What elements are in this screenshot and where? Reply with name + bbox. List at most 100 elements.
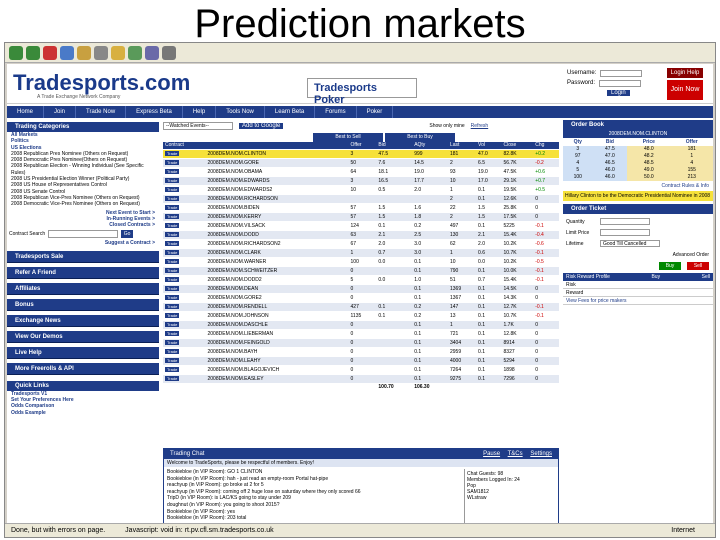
buy-button[interactable]: Buy: [659, 261, 681, 270]
nav-trade-now[interactable]: Trade Now: [76, 106, 127, 118]
limit-price-input[interactable]: [600, 229, 650, 236]
ob-row[interactable]: 97 47.0 48.2 1: [563, 153, 713, 160]
ob-cell[interactable]: 46.0: [592, 167, 628, 174]
ob-cell[interactable]: 46.5: [592, 160, 628, 167]
table-row[interactable]: Trade 2008DEM.NOM.DEAN 0 0.1 1369 0.1 14.5K 0: [163, 284, 559, 294]
ob-cell[interactable]: 100: [563, 174, 593, 181]
table-cell[interactable]: Trade: [163, 248, 206, 258]
view-fees-link[interactable]: View Fees for price makers: [563, 297, 713, 305]
category-link[interactable]: 2008 Republican Election - Winning Indiv…: [7, 163, 159, 176]
promo-box[interactable]: Live Help: [7, 346, 159, 359]
quantity-input[interactable]: [600, 218, 650, 225]
table-row[interactable]: Trade 2008DEM.NOM.SCHWEITZER 0 0.1 790 0.1 10.…: [163, 266, 559, 276]
trade-button[interactable]: Trade: [165, 277, 180, 282]
table-cell[interactable]: Trade: [163, 167, 206, 177]
table-row[interactable]: Trade 2008DEM.NOM.EDWARDS 3 16.5 17.7 10 17.0 2…: [163, 176, 559, 186]
username-input[interactable]: [600, 69, 643, 77]
chat-pause-link[interactable]: Pause: [483, 451, 500, 457]
trade-button[interactable]: Trade: [165, 376, 180, 381]
table-cell[interactable]: Trade: [163, 266, 206, 276]
table-cell[interactable]: Trade: [163, 374, 206, 384]
favorites-icon[interactable]: [111, 45, 125, 60]
forward-icon[interactable]: [26, 45, 40, 60]
table-cell[interactable]: Trade: [163, 365, 206, 375]
table-cell[interactable]: Trade: [163, 239, 206, 249]
trade-button[interactable]: Trade: [165, 187, 180, 192]
table-row[interactable]: Trade 2008DEM.NOM.EASLEY 0 0.1 9275 0.1 7296 0: [163, 374, 559, 384]
table-row[interactable]: Trade 2008DEM.NOM.EDWARDS2 10 0.5 2.0 1 0.1 19.…: [163, 185, 559, 195]
lifetime-select[interactable]: Good Till Cancelled: [600, 240, 660, 247]
table-cell[interactable]: Trade: [163, 329, 206, 339]
tab-best-to-sell[interactable]: Best to Sell: [313, 133, 383, 142]
ob-cell[interactable]: 47.5: [592, 146, 628, 153]
contract-search-input[interactable]: [48, 230, 119, 239]
ob-row[interactable]: 3 47.5 48.0 181: [563, 146, 713, 153]
trade-button[interactable]: Trade: [165, 340, 180, 345]
promo-box[interactable]: Affiliates: [7, 282, 159, 295]
promo-box[interactable]: Tradesports Sale: [7, 250, 159, 263]
chat-terms-link[interactable]: T&Cs: [508, 451, 523, 457]
table-row[interactable]: Trade 2008DEM.NOM.BAYH 0 0.1 2959 0.1 8327 0: [163, 347, 559, 357]
table-cell[interactable]: Trade: [163, 185, 206, 195]
nav-learn[interactable]: Learn Beta: [265, 106, 316, 118]
ob-cell[interactable]: 4: [563, 160, 593, 167]
ob-cell[interactable]: 97: [563, 153, 593, 160]
quick-link[interactable]: Odds Example: [7, 410, 159, 416]
table-cell[interactable]: Trade: [163, 311, 206, 321]
table-row[interactable]: Trade 2008DEM.NOM.DODD2 5 0.0 1.0 51 0.7 15.4K -…: [163, 275, 559, 285]
ob-cell[interactable]: 4: [670, 160, 713, 167]
sell-button[interactable]: Sell: [687, 261, 709, 270]
table-cell[interactable]: Trade: [163, 338, 206, 348]
table-row[interactable]: Trade 2008DEM.NOM.BIDEN 57 1.5 1.6 22 1.5 25.8K…: [163, 203, 559, 213]
table-row[interactable]: Trade 2008DEM.NOM.FEINGOLD 0 0.1 3404 0.1 8914…: [163, 338, 559, 348]
promo-box[interactable]: View Our Demos: [7, 330, 159, 343]
search-icon[interactable]: [94, 45, 108, 60]
nav-join[interactable]: Join: [44, 106, 77, 118]
table-cell[interactable]: Trade: [163, 275, 206, 285]
nav-tools[interactable]: Tools Now: [216, 106, 265, 118]
history-icon[interactable]: [128, 45, 142, 60]
trade-button[interactable]: Trade: [165, 205, 180, 210]
trade-button[interactable]: Trade: [165, 295, 180, 300]
show-only-toggle[interactable]: Show only mine: [429, 123, 464, 129]
nav-forums[interactable]: Forums: [315, 106, 357, 118]
trade-button[interactable]: Trade: [165, 259, 180, 264]
watched-events-select[interactable]: --Watched Events--: [163, 122, 233, 130]
ob-cell[interactable]: 50.0: [627, 174, 671, 181]
join-now-button[interactable]: Join Now: [667, 80, 703, 100]
print-icon[interactable]: [162, 45, 176, 60]
table-row[interactable]: Trade 2008DEM.NOM.VILSACK 124 0.1 0.2 497 0.1 5…: [163, 221, 559, 231]
ob-cell[interactable]: 48.5: [627, 160, 671, 167]
trade-button[interactable]: Trade: [165, 241, 180, 246]
promo-box[interactable]: Bonus: [7, 298, 159, 311]
table-row[interactable]: Trade 2008DEM.NOM.DODD 63 2.1 2.5 130 2.1 15.4K…: [163, 230, 559, 240]
table-cell[interactable]: Trade: [163, 158, 206, 168]
home-icon[interactable]: [77, 45, 91, 60]
table-row[interactable]: Trade 2008DEM.NOM.LIEBERMAN 0 0.1 721 0.1 12.8…: [163, 329, 559, 339]
table-cell[interactable]: Trade: [163, 293, 206, 303]
ob-cell[interactable]: 47.0: [592, 153, 628, 160]
table-cell[interactable]: Trade: [163, 356, 206, 366]
table-cell[interactable]: Trade: [163, 203, 206, 213]
trade-button[interactable]: Trade: [165, 367, 180, 372]
ob-cell[interactable]: 5: [563, 167, 593, 174]
table-row[interactable]: Trade 2008DEM.NOM.KERRY 57 1.5 1.8 2 1.5 17.5K 0: [163, 212, 559, 222]
ob-cell[interactable]: 48.0: [627, 146, 671, 153]
promo-box[interactable]: Refer A Friend: [7, 266, 159, 279]
refresh-icon[interactable]: [60, 45, 74, 60]
table-row[interactable]: Trade 2008DEM.NOM.DASCHLE 0 0.1 1 0.1 1.7K 0: [163, 320, 559, 330]
promo-box[interactable]: More Freerolls & API: [7, 362, 159, 375]
trade-button[interactable]: Trade: [165, 223, 180, 228]
advanced-order-checkbox[interactable]: Advanced Order: [673, 252, 709, 258]
table-cell[interactable]: Trade: [163, 284, 206, 294]
trade-button[interactable]: Trade: [165, 196, 180, 201]
ob-cell[interactable]: 155: [670, 167, 713, 174]
refresh-link[interactable]: Refresh: [471, 123, 489, 129]
table-row[interactable]: Trade 2008DEM.NOM.GORE2 0 0.1 1367 0.1 14.3K 0: [163, 293, 559, 303]
trade-button[interactable]: Trade: [165, 331, 180, 336]
table-row[interactable]: Trade 2008DEM.NOM.CLARK 1 0.7 3.0 1 0.6 10.7K -0…: [163, 248, 559, 258]
trade-button[interactable]: Trade: [165, 286, 180, 291]
trade-button[interactable]: Trade: [165, 250, 180, 255]
nav-home[interactable]: Home: [7, 106, 45, 118]
trade-button[interactable]: Trade: [165, 169, 180, 174]
